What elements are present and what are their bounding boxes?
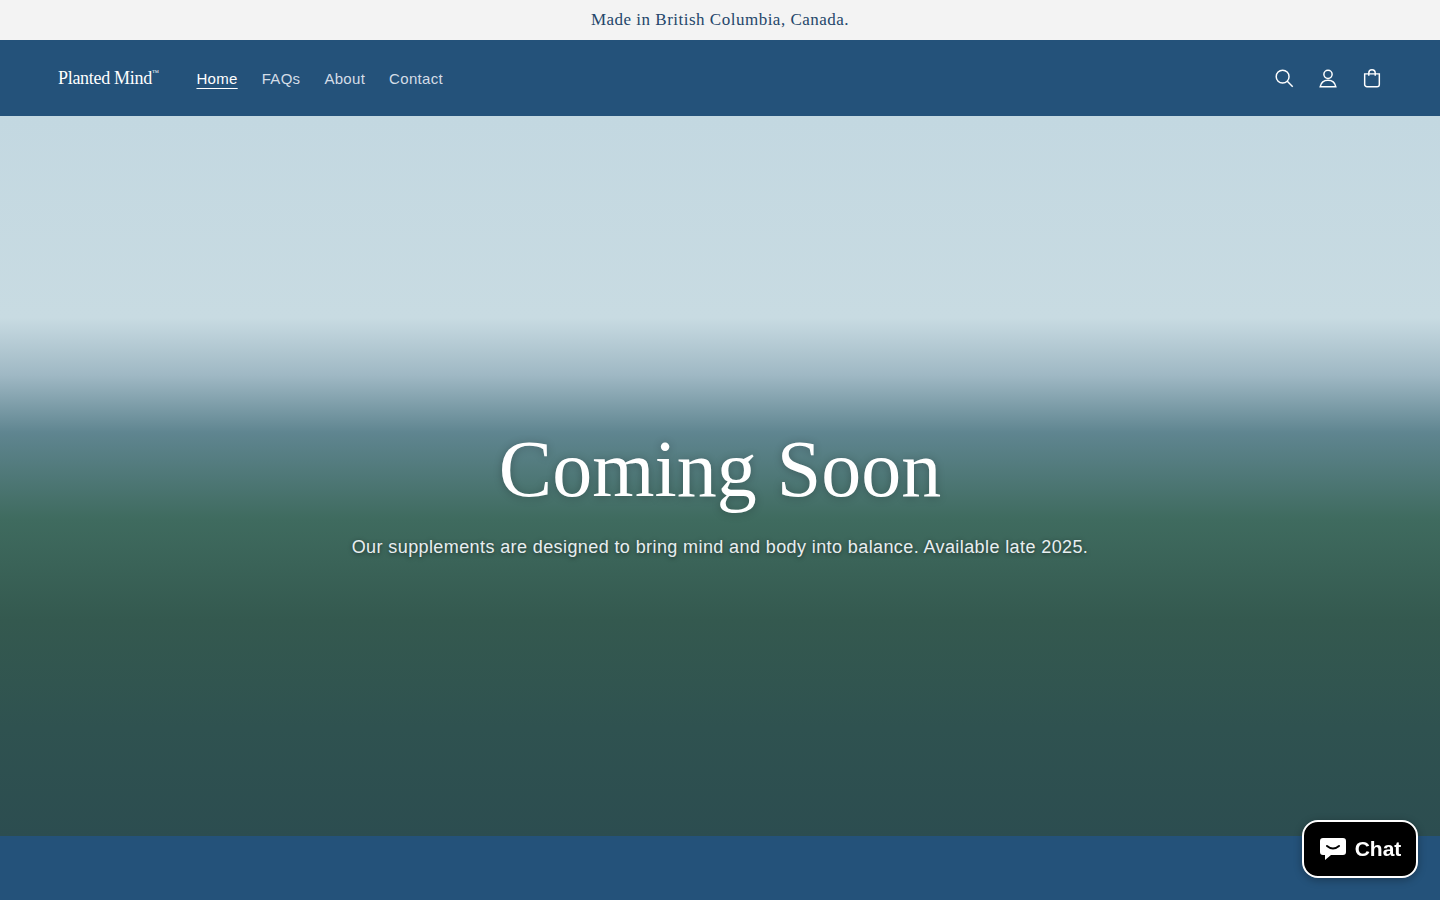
chat-button[interactable]: Chat (1302, 820, 1418, 878)
account-icon (1317, 67, 1339, 89)
account-button[interactable] (1306, 56, 1350, 100)
trademark: ™ (152, 69, 159, 77)
logo[interactable]: Planted Mind™ (58, 68, 158, 89)
footer-band (0, 836, 1440, 900)
header: Planted Mind™ Home FAQs About Contact (0, 40, 1440, 116)
hero-subtitle: Our supplements are designed to bring mi… (352, 537, 1089, 558)
nav-item[interactable]: Home (196, 66, 237, 91)
main-nav: Home FAQs About Contact (196, 66, 442, 91)
header-icons (1262, 56, 1394, 100)
nav-item[interactable]: About (324, 66, 365, 91)
nav-item[interactable]: FAQs (262, 66, 301, 91)
chat-icon (1319, 836, 1347, 862)
announcement-text: Made in British Columbia, Canada. (591, 10, 849, 30)
announcement-bar: Made in British Columbia, Canada. (0, 0, 1440, 40)
cart-icon (1361, 67, 1383, 89)
page: Made in British Columbia, Canada. Plante… (0, 0, 1440, 900)
nav-item[interactable]: Contact (389, 66, 443, 91)
search-button[interactable] (1262, 56, 1306, 100)
hero-content: Coming Soon Our supplements are designed… (352, 395, 1089, 558)
hero-banner: Coming Soon Our supplements are designed… (0, 116, 1440, 836)
cart-button[interactable] (1350, 56, 1394, 100)
chat-label: Chat (1355, 837, 1402, 861)
search-icon (1273, 67, 1295, 89)
hero-title: Coming Soon (352, 425, 1089, 513)
